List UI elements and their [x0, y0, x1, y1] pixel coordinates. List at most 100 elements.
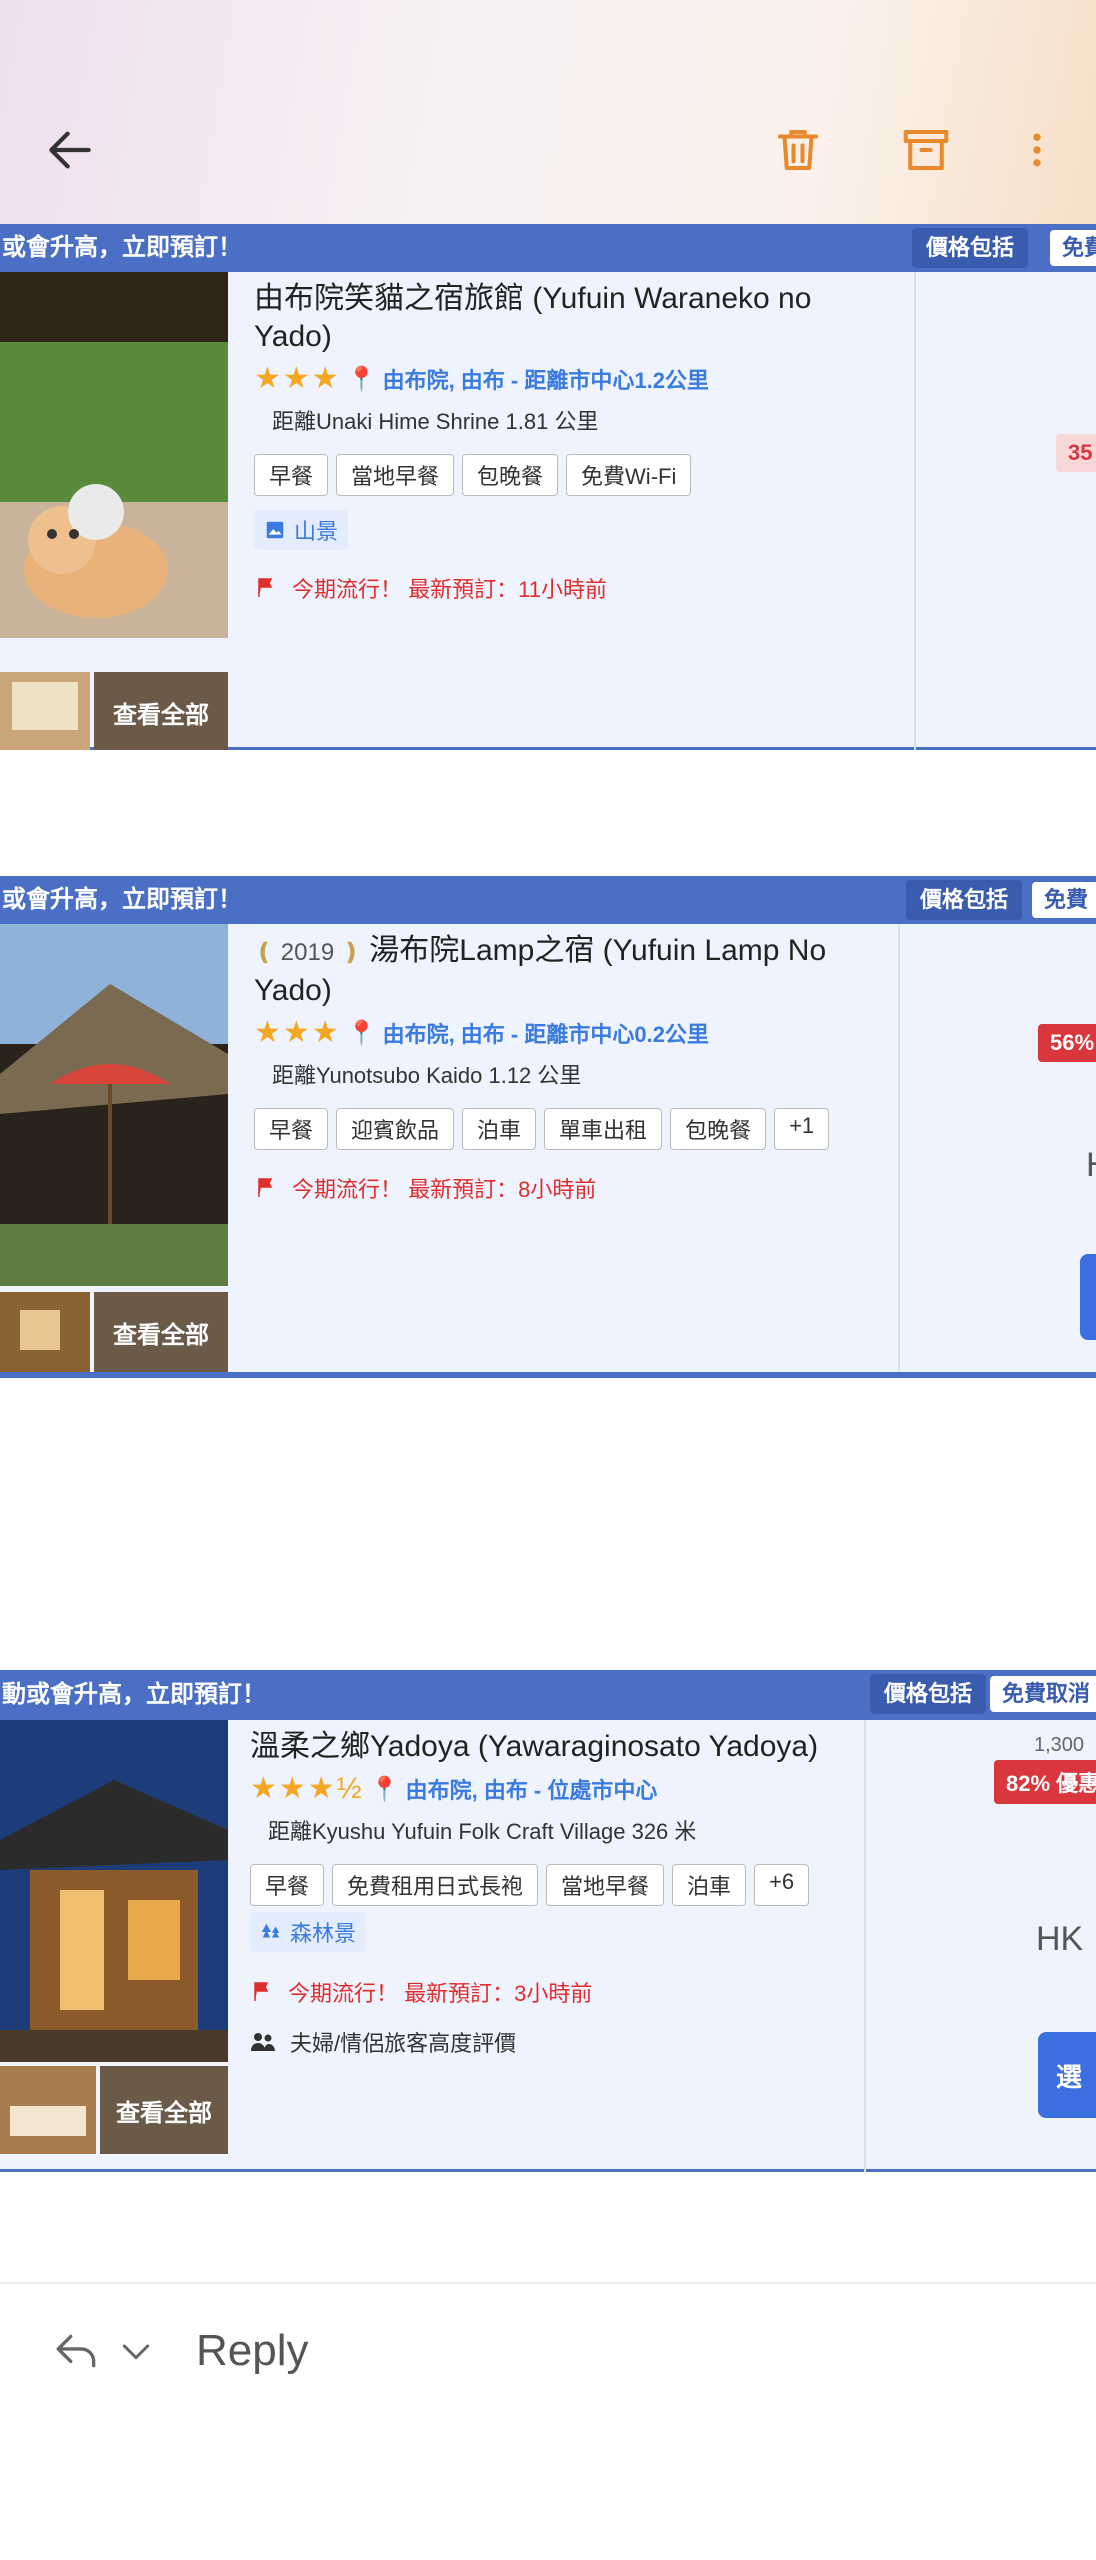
free-chip: 免費 — [1050, 230, 1096, 266]
forest-icon — [261, 1923, 280, 1938]
hotel-location-link[interactable]: 由布院, 由布 - 位處市中心 — [406, 1773, 658, 1805]
banner-text: 動或會升高，立即預訂！ — [2, 1681, 266, 1708]
reply-bar[interactable]: Reply — [52, 2326, 309, 2376]
hotel-info: 由布院笑貓之宿旅館 (Yufuin Waraneko no Yado) ★★★ … — [254, 280, 896, 604]
select-room-button[interactable]: 選 — [1038, 2032, 1096, 2118]
promo-banner: 或會升高，立即預訂！ 價格包括 免費 — [0, 876, 1096, 924]
more-amenities-tag[interactable]: +1 — [774, 1108, 830, 1150]
hotel-photo[interactable] — [0, 272, 228, 638]
trending-text: 今期流行！ 最新預訂：3小時前 — [288, 1981, 593, 2006]
hotel-thumbnail[interactable] — [0, 2066, 96, 2154]
amenity-tag: 迎賓飲品 — [336, 1108, 455, 1150]
amenity-tag: 當地早餐 — [546, 1864, 665, 1906]
price-includes-chip: 價格包括 — [912, 228, 1029, 268]
back-arrow-icon — [49, 131, 91, 169]
amenity-tag: 包晚餐 — [462, 454, 559, 496]
amenity-tags: 早餐 免費租用日式長袍 當地早餐 泊車 +6 — [250, 1864, 896, 1906]
trending-notice: 今期流行！ 最新預訂：3小時前 — [250, 1976, 896, 2008]
column-divider — [914, 272, 916, 750]
landmark-distance: 距離Kyushu Yufuin Folk Craft Village 326 米 — [268, 1819, 697, 1844]
more-options-button[interactable] — [1005, 118, 1069, 182]
hotel-card[interactable]: 動或會升高，立即預訂！ 價格包括 免費取消 查看全部 溫柔之鄉Yadoya (Y… — [0, 1666, 1096, 2192]
reply-divider — [0, 2282, 1096, 2284]
landmark-distance: 距離Unaki Hime Shrine 1.81 公里 — [272, 409, 599, 434]
banner-text: 或會升高，立即預訂！ — [2, 886, 242, 913]
original-price: 1,300 — [1034, 1734, 1085, 1756]
archive-icon — [903, 129, 949, 171]
star-rating: ★★★½ — [250, 1772, 364, 1805]
hotel-title[interactable]: ❪ 2019 ❫ 湯布院Lamp之宿 (Yufuin Lamp No Yado) — [254, 932, 896, 1010]
hotel-title[interactable]: 由布院笑貓之宿旅館 (Yufuin Waraneko no Yado) — [254, 280, 896, 356]
amenity-tag: 泊車 — [672, 1864, 747, 1906]
hotel-title[interactable]: 溫柔之鄉Yadoya (Yawaraginosato Yadoya) — [250, 1728, 896, 1766]
amenity-tag: 早餐 — [254, 1108, 329, 1150]
amenity-tags: 早餐 當地早餐 包晚餐 免費Wi-Fi — [254, 454, 896, 496]
price-currency: H — [1086, 1146, 1096, 1185]
amenity-tag: 泊車 — [462, 1108, 537, 1150]
star-rating: ★★★ — [254, 362, 341, 395]
promo-banner: 動或會升高，立即預訂！ 價格包括 免費取消 — [0, 1670, 1096, 1720]
amenity-tag: 包晚餐 — [670, 1108, 767, 1150]
top-app-bar — [0, 0, 1096, 225]
free-cancellation-chip: 免費取消 — [990, 1676, 1096, 1712]
star-rating: ★★★ — [254, 1016, 341, 1049]
trending-notice: 今期流行！ 最新預訂：8小時前 — [254, 1172, 896, 1204]
price-includes-chip: 價格包括 — [870, 1674, 987, 1714]
archive-button[interactable] — [894, 118, 958, 182]
review-text: 夫婦/情侶旅客高度評價 — [290, 2031, 517, 2056]
amenity-tag: 早餐 — [250, 1864, 325, 1906]
hotel-location-link[interactable]: 由布院, 由布 - 距離市中心0.2公里 — [383, 1017, 709, 1049]
trending-text: 今期流行！ 最新預訂：11小時前 — [292, 577, 607, 602]
amenity-tag: 單車出租 — [544, 1108, 663, 1150]
price-currency: HK — [1036, 1920, 1084, 1958]
view-feature-label: 森林景 — [290, 1921, 357, 1946]
more-amenities-tag[interactable]: +6 — [754, 1864, 810, 1906]
price-includes-chip: 價格包括 — [906, 880, 1023, 920]
amenity-tag: 免費租用日式長袍 — [332, 1864, 539, 1906]
amenity-tag: 免費Wi-Fi — [566, 454, 692, 496]
location-pin-icon: 📍 — [346, 365, 377, 393]
delete-button[interactable] — [766, 118, 830, 182]
people-icon — [251, 2033, 275, 2051]
hotel-card[interactable]: 或會升高，立即預訂！ 價格包括 免費 查看全部 由布院笑貓之宿旅館 (Yufui… — [0, 224, 1096, 750]
flag-icon — [258, 578, 273, 597]
discount-badge: 56% — [1038, 1024, 1096, 1062]
view-all-photos-button[interactable]: 查看全部 — [100, 2066, 228, 2154]
view-feature: 森林景 — [250, 1912, 367, 1952]
hotel-photo[interactable] — [0, 1720, 228, 2062]
discount-badge: 82% 優惠 — [994, 1760, 1096, 1804]
location-pin-icon: 📍 — [369, 1775, 400, 1803]
reply-icon[interactable] — [52, 2329, 102, 2373]
hotel-card[interactable]: 或會升高，立即預訂！ 價格包括 免費 查看全部 ❪ 2019 ❫ 湯布院Lamp… — [0, 872, 1096, 1424]
image-icon — [266, 521, 284, 539]
flag-icon — [254, 1982, 269, 2001]
trending-notice: 今期流行！ 最新預訂：11小時前 — [254, 572, 896, 604]
guest-review-note: 夫婦/情侶旅客高度評價 — [250, 2026, 896, 2058]
hotel-photo[interactable] — [0, 924, 228, 1286]
hotel-info: ❪ 2019 ❫ 湯布院Lamp之宿 (Yufuin Lamp No Yado)… — [254, 932, 896, 1204]
select-room-label: 選 — [1056, 2061, 1083, 2092]
banner-text: 或會升高，立即預訂！ — [2, 234, 242, 261]
flag-icon — [258, 1178, 273, 1197]
view-feature-label: 山景 — [294, 519, 339, 544]
landmark-distance: 距離Yunotsubo Kaido 1.12 公里 — [272, 1063, 582, 1088]
view-all-photos-button[interactable]: 查看全部 — [94, 672, 228, 750]
location-pin-icon: 📍 — [346, 1019, 377, 1047]
discount-badge: 35 — [1056, 434, 1096, 472]
hotel-location-link[interactable]: 由布院, 由布 - 距離市中心1.2公里 — [383, 363, 709, 395]
trash-icon — [777, 129, 819, 171]
view-all-photos-button[interactable]: 查看全部 — [94, 1292, 228, 1372]
column-divider — [898, 924, 900, 1372]
hotel-thumbnail[interactable] — [0, 1292, 90, 1372]
more-vert-icon — [1033, 133, 1041, 167]
chevron-down-icon[interactable] — [116, 2331, 156, 2371]
reply-label[interactable]: Reply — [196, 2326, 309, 2376]
back-button[interactable] — [38, 118, 102, 182]
select-room-button[interactable] — [1080, 1254, 1096, 1340]
hotel-thumbnail[interactable] — [0, 672, 90, 750]
promo-banner: 或會升高，立即預訂！ 價格包括 免費 — [0, 224, 1096, 272]
view-feature: 山景 — [254, 510, 349, 550]
hotel-info: 溫柔之鄉Yadoya (Yawaraginosato Yadoya) ★★★½ … — [250, 1728, 896, 2058]
amenity-tag: 當地早餐 — [336, 454, 455, 496]
trending-text: 今期流行！ 最新預訂：8小時前 — [292, 1177, 597, 1202]
